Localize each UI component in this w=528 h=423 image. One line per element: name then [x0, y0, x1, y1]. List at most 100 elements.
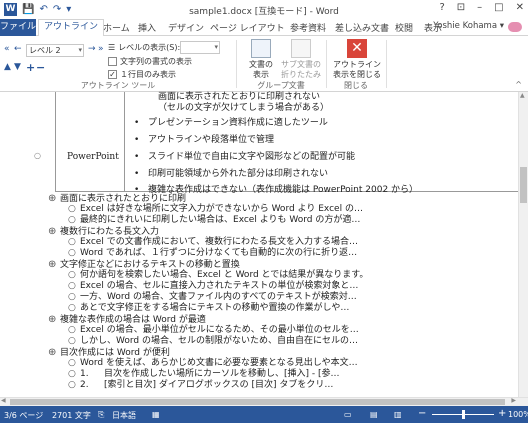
vertical-scrollbar[interactable]: ▲ — [518, 92, 528, 397]
print-layout-icon[interactable]: ▤ — [370, 410, 378, 419]
outline-body[interactable]: ○ 2. [索引と目次] ダイアログボックスの [目次] タブをクリ… — [68, 380, 333, 391]
customize-qat-icon[interactable]: ▾ — [66, 4, 71, 16]
collapse-ribbon-icon[interactable]: ^ — [515, 80, 522, 89]
page-count[interactable]: 3/6 ページ — [4, 410, 43, 421]
scroll-right-icon[interactable]: ▶ — [511, 397, 516, 404]
proofing-icon[interactable]: ⎘ — [98, 410, 104, 420]
avatar-icon[interactable] — [508, 22, 522, 32]
outline-plus-icon[interactable]: ⊕ — [48, 259, 60, 270]
tab-outline[interactable]: アウトライン — [38, 19, 105, 37]
outline-body[interactable]: ○ しかし、Word の場合、セルの制限がないため、自由自在にセルの… — [68, 336, 358, 347]
outline-circle-icon: ○ — [68, 303, 76, 313]
horizontal-scrollbar[interactable]: ◀ ▶ — [0, 397, 528, 406]
document-area[interactable]: ○ PowerPoint 画面に表示されたとおりに印刷されない （セルの文字が欠… — [0, 92, 528, 406]
user-account[interactable]: Yoshie Kohama ▾ — [433, 21, 504, 31]
table-cell-bullet: • アウトラインや段落単位で管理 — [134, 135, 275, 145]
outline-body[interactable]: ○ Word を使えば、あらかじめ文書に必要な要素となる見出しや本文… — [68, 358, 358, 369]
outline-plus-icon[interactable]: ⊕ — [48, 314, 60, 325]
outline-circle-icon: ○ — [68, 325, 76, 335]
tab-home[interactable]: ホーム — [103, 21, 130, 34]
subdocument-icon — [291, 39, 311, 58]
show-level-select[interactable]: ▾ — [180, 41, 220, 54]
zoom-in-icon[interactable]: + — [498, 408, 506, 419]
window-controls: ? ⊡ – □ ✕ — [439, 2, 524, 13]
outline-circle-icon: ○ — [68, 358, 76, 368]
outline-plus-icon[interactable]: ⊕ — [48, 347, 60, 358]
zoom-level[interactable]: 100% — [508, 410, 528, 419]
outline-body[interactable]: ○ 1. 目次を作成したい場所にカーソルを移動し、[挿入] - [参… — [68, 369, 340, 380]
zoom-out-icon[interactable]: − — [418, 408, 426, 419]
save-icon[interactable]: 💾 — [22, 4, 34, 16]
help-button[interactable]: ? — [439, 2, 444, 13]
chevron-down-icon: ▾ — [78, 46, 82, 54]
web-layout-icon[interactable]: ▥ — [394, 410, 402, 419]
table: ○ PowerPoint 画面に表示されたとおりに印刷されない （セルの文字が欠… — [34, 92, 520, 195]
show-first-line-checkbox[interactable]: ✓ １行目のみ表示 — [108, 69, 176, 80]
collapse-icon[interactable]: − — [36, 61, 45, 74]
outline-circle-icon: ○ — [68, 248, 76, 258]
close-window-button[interactable]: ✕ — [516, 2, 524, 13]
status-bar: 3/6 ページ 2701 文字 ⎘ 日本語 ▦ ▭ ▤ ▥ − + 100% — [0, 406, 528, 423]
demote-icon[interactable]: → — [88, 44, 96, 54]
group-master-document: 文書の 表示 サブ文書の 折りたたみ グループ文書 — [238, 36, 324, 92]
language-status[interactable]: 日本語 — [112, 410, 136, 421]
outline-body[interactable]: ○ あとで文字修正をする場合にテキストの移動や置換の作業がしや… — [68, 303, 349, 314]
redo-icon[interactable]: ↷ — [53, 4, 61, 16]
chevron-down-icon: ▾ — [214, 43, 218, 51]
document-icon — [251, 39, 271, 58]
tab-references[interactable]: 参考資料 — [290, 21, 326, 34]
close-outline-view-button[interactable]: ✕ アウトライン 表示を閉じる — [332, 39, 382, 80]
minimize-button[interactable]: – — [477, 2, 482, 13]
ribbon: « ← レベル 2 ▾ → » ▲ ▼ + − ☰ レベルの表示(S): ▾ 文… — [0, 36, 528, 92]
title-bar: W 💾 ↶ ↷ ▾ sample1.docx [互換モード] - Word ? … — [0, 0, 528, 19]
table-cell-bullet: • スライド単位で自由に文字や図形などの配置が可能 — [134, 152, 356, 162]
move-down-icon[interactable]: ▼ — [14, 62, 21, 72]
scroll-left-icon[interactable]: ◀ — [1, 397, 6, 404]
show-document-button[interactable]: 文書の 表示 — [242, 39, 280, 80]
expand-icon[interactable]: + — [26, 61, 35, 74]
ribbon-display-button[interactable]: ⊡ — [457, 2, 465, 13]
read-mode-icon[interactable]: ▭ — [344, 410, 352, 419]
outline-body[interactable]: ○ Excel の場合、セルに直接入力されたテキストの単位が検索対象と… — [68, 281, 358, 292]
macro-icon[interactable]: ▦ — [152, 410, 160, 419]
scroll-up-icon[interactable]: ▲ — [520, 92, 525, 99]
outline-body[interactable]: ○ Excel での文書作成において、複数行にわたる長文を入力する場合… — [68, 237, 358, 248]
outline-plus-icon[interactable]: ⊕ — [48, 193, 60, 204]
tab-page-layout[interactable]: ページ レイアウト — [210, 21, 285, 34]
maximize-button[interactable]: □ — [494, 2, 503, 13]
ribbon-divider — [236, 40, 237, 88]
outline-body[interactable]: ○ 最終的にきれいに印刷したい場合は、Excel よりも Word の方が適… — [68, 215, 360, 226]
move-up-icon[interactable]: ▲ — [4, 62, 11, 72]
outline-level-select[interactable]: レベル 2 ▾ — [26, 44, 84, 57]
show-level-label: ☰ レベルの表示(S): — [108, 43, 181, 52]
tab-design[interactable]: デザイン — [168, 21, 204, 34]
tab-review[interactable]: 校閲 — [395, 21, 413, 34]
vertical-scroll-thumb[interactable] — [520, 167, 527, 203]
outline-body[interactable]: ○ Excel は好きな場所に文字入力ができないから Word より Excel … — [68, 204, 363, 215]
demote-to-body-icon[interactable]: » — [98, 44, 104, 54]
close-icon: ✕ — [347, 39, 367, 58]
tab-insert[interactable]: 挿入 — [138, 21, 156, 34]
outline-plus-icon[interactable]: ⊕ — [48, 226, 60, 237]
outline-circle-icon: ○ — [34, 151, 41, 160]
zoom-slider-thumb[interactable] — [462, 410, 465, 419]
table-cell-bullet: • 印刷可能領域から外れた部分は印刷されない — [134, 169, 329, 179]
outline-body[interactable]: ○ 何か語句を検索したい場合、Excel と Word とでは結果が異なります。 — [68, 270, 368, 281]
checkmark-icon: ✓ — [108, 70, 117, 79]
outline-body[interactable]: ○ 一方、Word の場合、文書ファイル内のすべてのテキストが検索対… — [68, 292, 357, 303]
promote-to-heading1-icon[interactable]: « — [4, 44, 10, 54]
collapse-subdocuments-button[interactable]: サブ文書の 折りたたみ — [280, 39, 322, 80]
tab-mailings[interactable]: 差し込み文書 — [335, 21, 389, 34]
table-row-label: PowerPoint — [67, 152, 119, 162]
tab-file[interactable]: ファイル — [0, 19, 36, 36]
horizontal-scroll-thumb[interactable] — [10, 399, 505, 405]
outline-body[interactable]: ○ Word であれば、１行ずつに分けなくても自動的に次の行に折り返… — [68, 248, 357, 259]
ribbon-divider — [326, 40, 327, 88]
promote-icon[interactable]: ← — [14, 44, 22, 54]
table-cell-bullet: • プレゼンテーション資料作成に適したツール — [134, 118, 328, 128]
show-formatting-checkbox[interactable]: 文字列の書式の表示 — [108, 56, 192, 67]
outline-body[interactable]: ○ Excel の場合、最小単位がセルになるため、その最小単位のセルを… — [68, 325, 359, 336]
outline-circle-icon: ○ — [68, 215, 76, 225]
undo-icon[interactable]: ↶ — [39, 4, 47, 16]
word-count[interactable]: 2701 文字 — [52, 410, 91, 421]
